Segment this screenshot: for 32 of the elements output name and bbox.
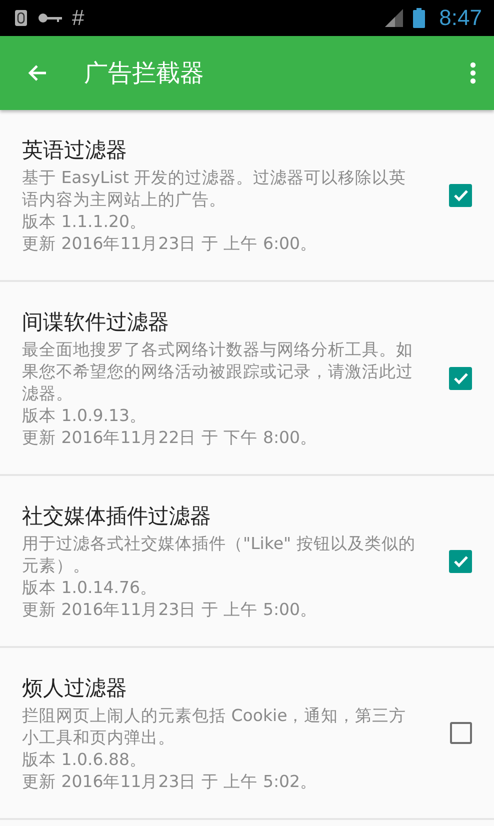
signal-icon <box>385 9 404 27</box>
filter-updated: 更新 2016年11月23日 于 上午 5:02。 <box>22 771 318 793</box>
filter-version: 版本 1.0.6.88。 <box>22 749 148 771</box>
filter-title: 社交媒体插件过滤器 <box>22 503 212 530</box>
filter-item[interactable]: 英语过滤器 基于 EasyList 开发的过滤器。过滤器可以移除以英语内容为主网站上的广告。 版本 1.1.1.20。 更新 2016年11月23日 于 上午 6:00。 <box>0 110 494 282</box>
filter-title: 烦人过滤器 <box>22 675 128 702</box>
filter-title: 间谍软件过滤器 <box>22 309 170 336</box>
filter-description: 用于过滤各式社交媒体插件（"Like" 按钮以及类似的元素）。 <box>22 533 416 577</box>
filter-version: 版本 1.0.14.76。 <box>22 577 158 599</box>
battery-icon <box>413 8 426 28</box>
filter-updated: 更新 2016年11月23日 于 上午 5:00。 <box>22 599 318 621</box>
filter-description: 拦阻网页上闹人的元素包括 Cookie，通知，第三方小工具和页内弹出。 <box>22 705 408 749</box>
checkbox[interactable] <box>449 184 472 206</box>
filter-version: 版本 1.1.1.20。 <box>22 211 148 233</box>
screen-title: 广告拦截器 <box>84 58 205 89</box>
checkbox[interactable] <box>449 550 472 572</box>
filter-item[interactable]: 间谍软件过滤器 最全面地搜罗了各式网络计数器与网络分析工具。如果您不希望您的网络活动被跟踪或记录，请激活此过滤器。 版本 1.0.9.13。 更新 2016年11月22日 于 下午 8:00。 <box>0 282 494 476</box>
checkbox[interactable] <box>449 366 472 390</box>
hash-icon: # <box>72 6 84 30</box>
filter-item[interactable]: 烦人过滤器 拦阻网页上闹人的元素包括 Cookie，通知，第三方小工具和页内弹出。 版本 1.0.6.88。 更新 2016年11月23日 于 上午 5:02。 <box>0 648 494 820</box>
clipboard-icon <box>14 9 28 27</box>
filter-description: 最全面地搜罗了各式网络计数器与网络分析工具。如果您不希望您的网络活动被跟踪或记录，请激活此过滤器。 <box>22 339 414 405</box>
clock: 8:47 <box>439 5 482 31</box>
key-icon <box>38 12 62 24</box>
more-options-icon[interactable] <box>470 62 476 84</box>
filter-updated: 更新 2016年11月22日 于 下午 8:00。 <box>22 427 318 449</box>
filter-description: 基于 EasyList 开发的过滤器。过滤器可以移除以英语内容为主网站上的广告。 <box>22 167 408 211</box>
filter-title: 英语过滤器 <box>22 137 128 164</box>
filter-item[interactable]: 社交媒体插件过滤器 用于过滤各式社交媒体插件（"Like" 按钮以及类似的元素）。 版本 1.0.14.76。 更新 2016年11月23日 于 上午 5:00。 <box>0 476 494 648</box>
filter-updated: 更新 2016年11月23日 于 上午 6:00。 <box>22 233 318 255</box>
filter-version: 版本 1.0.9.13。 <box>22 405 148 427</box>
checkbox[interactable] <box>450 722 472 744</box>
